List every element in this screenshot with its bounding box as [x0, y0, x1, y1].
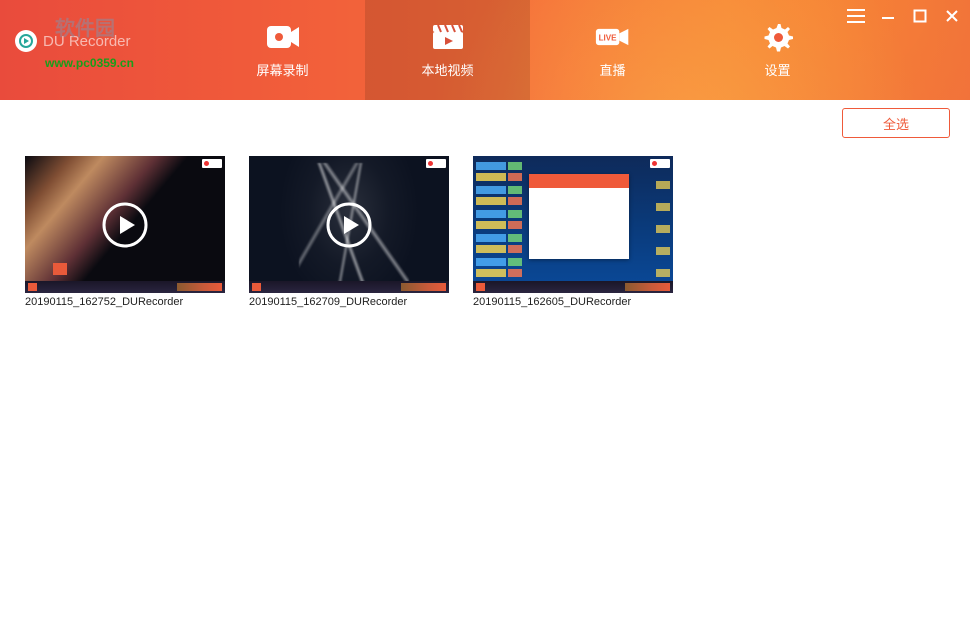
- maximize-button[interactable]: [910, 6, 930, 26]
- app-header: DU Recorder 软件园 www.pc0359.cn 屏幕录制 本地视频 …: [0, 0, 970, 100]
- camera-icon: [265, 22, 301, 52]
- video-grid: 20190115_162752_DURecorder 20190115_1627…: [0, 146, 970, 318]
- rec-badge-icon: [202, 159, 222, 168]
- tab-settings[interactable]: 设置: [695, 0, 860, 100]
- svg-text:LIVE: LIVE: [598, 33, 617, 42]
- tab-screen-record[interactable]: 屏幕录制: [200, 0, 365, 100]
- gear-icon: [760, 22, 796, 52]
- tab-label: 本地视频: [421, 60, 473, 79]
- close-button[interactable]: [942, 6, 962, 26]
- video-thumbnail: [249, 156, 449, 293]
- play-icon: [550, 202, 596, 248]
- toolbar: 全选: [0, 100, 970, 146]
- live-icon: LIVE: [595, 22, 631, 52]
- tab-live[interactable]: LIVE 直播: [530, 0, 695, 100]
- select-all-label: 全选: [883, 114, 909, 133]
- minimize-button[interactable]: [878, 6, 898, 26]
- rec-badge-icon: [426, 159, 446, 168]
- video-filename: 20190115_162709_DURecorder: [249, 296, 449, 308]
- video-thumbnail: [473, 156, 673, 293]
- tab-label: 屏幕录制: [256, 60, 308, 79]
- play-icon: [102, 202, 148, 248]
- rec-badge-icon: [650, 159, 670, 168]
- video-thumbnail: [25, 156, 225, 293]
- clapperboard-icon: [430, 22, 466, 52]
- tab-local-video[interactable]: 本地视频: [365, 0, 530, 100]
- thumbnail-taskbar: [25, 281, 225, 293]
- video-filename: 20190115_162752_DURecorder: [25, 296, 225, 308]
- hamburger-menu-icon[interactable]: [846, 6, 866, 26]
- play-icon: [326, 202, 372, 248]
- logo-area: DU Recorder 软件园 www.pc0359.cn: [0, 0, 200, 100]
- video-filename: 20190115_162605_DURecorder: [473, 296, 673, 308]
- video-item[interactable]: 20190115_162709_DURecorder: [249, 156, 449, 308]
- thumbnail-taskbar: [473, 281, 673, 293]
- watermark-url: www.pc0359.cn: [45, 56, 200, 70]
- thumbnail-taskbar: [249, 281, 449, 293]
- video-item[interactable]: 20190115_162605_DURecorder: [473, 156, 673, 308]
- app-logo-icon: [15, 30, 37, 52]
- watermark-text: 软件园: [55, 12, 115, 41]
- tab-label: 直播: [599, 60, 625, 79]
- tab-label: 设置: [764, 60, 790, 79]
- video-item[interactable]: 20190115_162752_DURecorder: [25, 156, 225, 308]
- window-controls: [846, 6, 962, 26]
- select-all-button[interactable]: 全选: [842, 108, 950, 138]
